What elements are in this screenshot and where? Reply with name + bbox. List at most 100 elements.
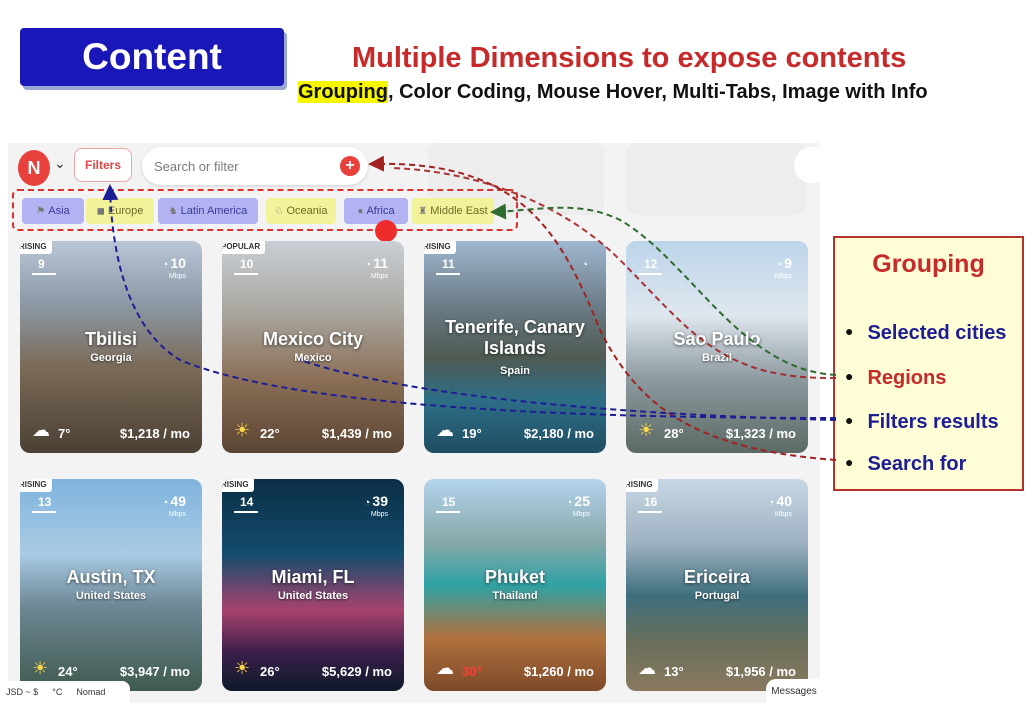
grouping-item-filters-results: ● Filters results	[845, 411, 999, 433]
city-name: Mexico City	[262, 329, 364, 349]
monthly-price: $1,218 / mo	[119, 426, 190, 441]
monthly-price: $1,260 / mo	[523, 664, 594, 679]
grouping-item-search-for: ● Search for	[845, 453, 967, 475]
wifi-icon: ◔	[363, 497, 371, 509]
rank-number: 13	[38, 495, 52, 509]
temperature: 19°	[462, 426, 482, 441]
subtitle-rest: , Color Coding, Mouse Hover, Multi-Tabs,…	[387, 81, 928, 103]
mosque-icon: ♜	[418, 205, 428, 217]
chevron-down-icon[interactable]: ⌄	[54, 155, 66, 172]
wifi-speed: ◔ 39 Mbps	[363, 493, 388, 518]
status-badge: RISING	[20, 241, 52, 254]
city-card-tenerife[interactable]: RISING 11 ◔ Tenerife, Canary Islands Spa…	[424, 241, 606, 453]
rank-divider	[638, 273, 662, 275]
filters-button[interactable]: Filters	[74, 148, 132, 182]
city-name: Tbilisi	[84, 329, 137, 349]
content-badge: Content	[20, 28, 284, 86]
unit-selector[interactable]: °C	[52, 687, 62, 697]
llama-icon: ♞	[168, 205, 178, 217]
wifi-icon: ◔	[161, 497, 169, 509]
monthly-price: $1,439 / mo	[321, 426, 392, 441]
globe-icon: ●	[357, 205, 364, 217]
wifi-speed: ◔ 11 Mbps	[364, 255, 388, 280]
country-name: Brazil	[702, 352, 732, 364]
cloud-icon: ☁	[32, 420, 50, 440]
country-name: Spain	[500, 365, 530, 377]
wifi-icon: ◔	[767, 497, 775, 509]
temperature: 7°	[58, 426, 71, 441]
speech-icon: ◼	[96, 205, 105, 217]
plus-icon[interactable]: +	[340, 156, 360, 176]
hover-pointer-dot	[375, 220, 397, 242]
monthly-price: $2,180 / mo	[523, 426, 594, 441]
rank-number: 14	[240, 495, 254, 509]
status-badge: RISING	[20, 479, 52, 492]
status-badge: POPULAR	[222, 241, 266, 254]
monthly-price: $1,323 / mo	[725, 426, 796, 441]
country-name: Thailand	[492, 590, 538, 602]
country-name: Portugal	[694, 590, 740, 602]
rank-number: 9	[38, 257, 45, 271]
city-name: Ericeira	[683, 567, 751, 587]
wifi-icon: ◔	[364, 259, 372, 271]
sun-icon: ☀	[638, 420, 655, 440]
city-name: Sao Paulo	[673, 329, 761, 349]
flag-icon: ⚑	[36, 205, 46, 217]
city-name: Austin, TX	[66, 567, 156, 587]
temperature: 28°	[664, 426, 684, 441]
search-input[interactable]: Search or filter +	[142, 147, 368, 185]
sun-icon: ☀	[234, 658, 251, 678]
temperature: 13°	[664, 664, 684, 679]
region-chip-middle-east[interactable]: ♜ Middle East	[412, 198, 494, 224]
grouping-item-selected-cities: ● Selected cities	[845, 322, 1007, 344]
temperature: 30°	[462, 664, 482, 679]
country-name: United States	[277, 590, 349, 602]
grouping-item-regions: ● Regions	[845, 367, 947, 389]
rank-divider	[234, 273, 258, 275]
subtitle-highlight: Grouping	[298, 81, 388, 103]
city-card-sao-paulo[interactable]: 12 ◔ 9 Mbps Sao Paulo Brazil ☀ 28° $1,323 …	[626, 241, 808, 453]
wifi-icon: ◔	[775, 259, 783, 271]
logo-icon[interactable]: N	[18, 150, 50, 186]
cloud-icon: ☁	[638, 658, 656, 678]
region-chip-asia[interactable]: ⚑ Asia	[22, 198, 84, 224]
region-chip-africa[interactable]: ● Africa	[344, 198, 408, 224]
temperature: 22°	[260, 426, 280, 441]
region-chip-latin-america[interactable]: ♞ Latin America	[158, 198, 258, 224]
city-card-austin[interactable]: RISING 13 ◔ 49 Mbps Austin, TX United Stat…	[20, 479, 202, 691]
wifi-speed: ◔ 9 Mbps	[774, 255, 792, 280]
wifi-speed: ◔ 25 Mbps	[565, 493, 590, 518]
wifi-icon: ◔	[565, 497, 573, 509]
temperature: 24°	[58, 664, 78, 679]
wifi-speed: ◔ 40 Mbps	[767, 493, 792, 518]
status-badge: RISING	[222, 479, 254, 492]
grouping-title: Grouping	[872, 250, 985, 278]
grouping-panel: Grouping ● Selected cities ● Regions ● Filt…	[833, 236, 1024, 491]
wifi-speed: ◔	[581, 255, 590, 273]
cloud-icon: ☁	[436, 420, 454, 440]
currency-selector[interactable]: JSD ~ $	[6, 687, 38, 697]
background-card	[626, 143, 806, 215]
messages-button[interactable]: Messages	[766, 679, 822, 703]
rank-number: 12	[644, 257, 658, 271]
monthly-price: $5,629 / mo	[321, 664, 392, 679]
rank-number: 15	[442, 495, 456, 509]
app-screenshot: N ⌄ Filters Search or filter + ⚑ Asia ◼ Eu…	[8, 143, 820, 703]
city-card-tbilisi[interactable]: RISING 9 ◔ 10 Mbps Tbilisi Georgia ☁ 7° $1…	[20, 241, 202, 453]
rank-divider	[32, 511, 56, 513]
country-name: United States	[75, 590, 147, 602]
monthly-price: $1,956 / mo	[725, 664, 796, 679]
region-chip-europe[interactable]: ◼ Europe	[86, 198, 154, 224]
city-card-miami[interactable]: RISING 14 ◔ 39 Mbps Miami, FL United State…	[222, 479, 404, 691]
city-name: Phuket	[484, 567, 545, 587]
city-card-ericeira[interactable]: RISING 16 ◔ 40 Mbps Ericeira Portugal ☁ 13…	[626, 479, 808, 691]
mode-selector[interactable]: Nomad	[76, 687, 105, 697]
region-chip-oceania[interactable]: ♘ Oceania	[266, 198, 336, 224]
kangaroo-icon: ♘	[274, 205, 284, 217]
city-name: Tenerife, Canary Islands	[445, 317, 585, 358]
sun-icon: ☀	[234, 420, 251, 440]
city-card-mexico-city[interactable]: POPULAR 10 ◔ 11 Mbps Mexico City Mexico ☀ …	[222, 241, 404, 453]
city-card-phuket[interactable]: 15 ◔ 25 Mbps Phuket Thailand ☁ 30° $1,260 …	[424, 479, 606, 691]
wifi-speed: ◔ 49 Mbps	[161, 493, 186, 518]
wifi-speed: ◔ 10 Mbps	[161, 255, 186, 280]
